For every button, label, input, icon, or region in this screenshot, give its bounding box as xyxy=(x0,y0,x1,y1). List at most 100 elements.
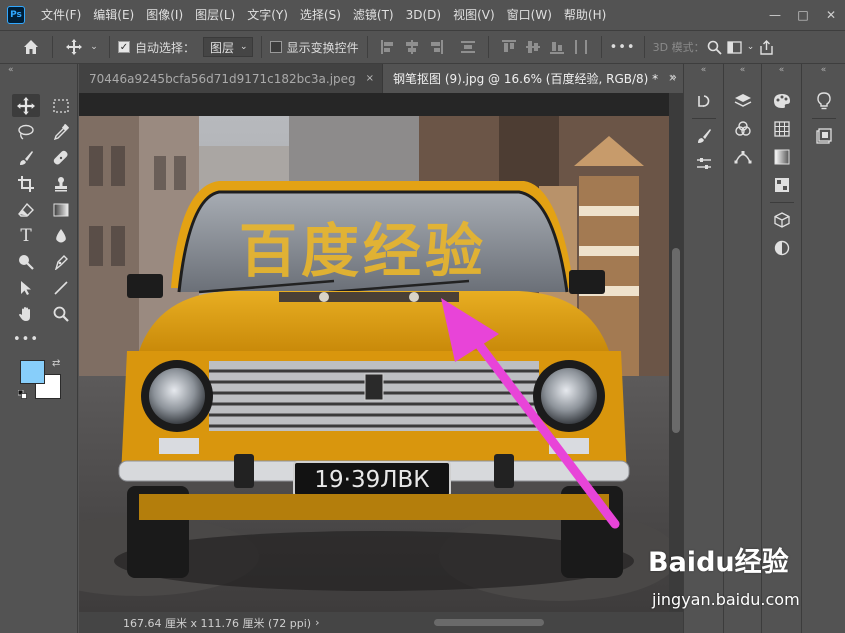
foreground-color-swatch[interactable] xyxy=(20,360,45,384)
close-tab-icon[interactable]: × xyxy=(366,73,374,84)
logo-text: 经验 xyxy=(734,547,789,578)
align-left-icon[interactable] xyxy=(378,37,398,57)
tab-overflow-button[interactable]: » xyxy=(670,70,677,84)
healing-brush-tool-icon[interactable] xyxy=(47,146,75,169)
align-bottom-icon[interactable] xyxy=(547,37,567,57)
auto-select-label: 自动选择： xyxy=(135,40,196,55)
marquee-tool-icon[interactable] xyxy=(47,94,75,117)
show-transform-checkbox[interactable] xyxy=(269,41,282,53)
distribute-vertical-icon[interactable] xyxy=(571,37,591,57)
collapse-panel-button[interactable]: « xyxy=(684,64,723,76)
move-tool-icon[interactable] xyxy=(61,34,87,60)
gradient-tool-icon[interactable] xyxy=(47,198,75,221)
hand-tool-icon[interactable] xyxy=(12,302,40,325)
eyedropper-tool-icon[interactable] xyxy=(47,120,75,143)
path-selection-tool-icon[interactable] xyxy=(12,276,40,299)
auto-select-value: 图层 xyxy=(210,40,235,55)
auto-select-checkbox[interactable]: ✓ xyxy=(118,41,130,53)
tool-presets-icon[interactable] xyxy=(691,151,717,177)
share-icon[interactable] xyxy=(757,34,777,60)
tab-document-2[interactable]: 钢笔抠图 (9).jpg @ 16.6% (百度经验, RGB/8) * × xyxy=(383,64,686,93)
type-tool-icon[interactable]: T xyxy=(12,224,40,247)
search-icon[interactable] xyxy=(705,34,725,60)
separator xyxy=(109,36,110,58)
blur-tool-icon[interactable] xyxy=(47,224,75,247)
3d-panel-icon[interactable] xyxy=(769,207,795,233)
menu-edit[interactable]: 编辑(E) xyxy=(87,0,140,30)
document-canvas[interactable]: 19·39ЛВК 百度经验 xyxy=(79,116,669,612)
collapse-toolbox-button[interactable]: « xyxy=(0,64,77,76)
crop-tool-icon[interactable] xyxy=(12,172,40,195)
home-icon[interactable] xyxy=(18,34,44,60)
auto-select-dropdown[interactable]: 图层 ⌄ xyxy=(203,37,253,57)
gradients-icon[interactable] xyxy=(769,144,795,170)
libraries-icon[interactable] xyxy=(811,123,837,149)
chevron-down-icon[interactable]: ⌄ xyxy=(87,34,101,60)
overlay-text[interactable]: 百度经验 xyxy=(239,217,487,285)
restore-button[interactable]: □ xyxy=(789,4,817,26)
move-tool-icon[interactable] xyxy=(12,94,40,117)
collapse-panel-button[interactable]: « xyxy=(724,64,761,76)
separator xyxy=(769,202,794,203)
zoom-tool-icon[interactable] xyxy=(47,302,75,325)
swap-colors-icon[interactable]: ⇄ xyxy=(52,358,60,369)
align-hcenter-icon[interactable] xyxy=(402,37,422,57)
menu-layer[interactable]: 图层(L) xyxy=(189,0,241,30)
collapse-panel-button[interactable]: « xyxy=(802,64,845,76)
pen-tool-icon[interactable] xyxy=(47,250,75,273)
line-tool-icon[interactable] xyxy=(47,276,75,299)
menu-view[interactable]: 视图(V) xyxy=(447,0,501,30)
vertical-scrollbar[interactable] xyxy=(669,93,683,612)
stamp-tool-icon[interactable] xyxy=(47,172,75,195)
status-menu-arrow[interactable]: › xyxy=(315,616,319,629)
lower-body xyxy=(139,494,609,520)
separator xyxy=(366,36,368,58)
document-size-info[interactable]: 167.64 厘米 x 111.76 厘米 (72 ppi) xyxy=(79,615,311,631)
align-right-icon[interactable] xyxy=(426,37,446,57)
tab-label: 钢笔抠图 (9).jpg @ 16.6% (百度经验, RGB/8) * xyxy=(393,72,659,86)
align-top-icon[interactable] xyxy=(499,37,519,57)
window xyxy=(111,226,125,266)
eraser-tool-icon[interactable] xyxy=(12,198,40,221)
separator xyxy=(691,118,716,119)
tab-document-1[interactable]: 70446a9245bcfa56d71d9171c182bc3a.jpeg × xyxy=(79,64,384,93)
horizontal-scroll-thumb[interactable] xyxy=(434,619,544,626)
color-panel-icon[interactable] xyxy=(769,88,795,114)
close-button[interactable]: ✕ xyxy=(817,4,845,26)
layers-icon[interactable] xyxy=(730,88,756,114)
scroll-thumb[interactable] xyxy=(672,248,680,433)
patterns-icon[interactable] xyxy=(769,172,795,198)
menu-help[interactable]: 帮助(H) xyxy=(558,0,612,30)
menu-type[interactable]: 文字(Y) xyxy=(241,0,294,30)
align-vcenter-icon[interactable] xyxy=(523,37,543,57)
history-icon[interactable] xyxy=(691,88,717,114)
swatches-icon[interactable] xyxy=(769,116,795,142)
lasso-tool-icon[interactable] xyxy=(12,120,40,143)
paths-icon[interactable] xyxy=(730,144,756,170)
menu-window[interactable]: 窗口(W) xyxy=(501,0,558,30)
menu-image[interactable]: 图像(I) xyxy=(140,0,189,30)
canvas-area[interactable]: 19·39ЛВК 百度经验 xyxy=(79,93,669,612)
adjustments-icon[interactable] xyxy=(769,235,795,261)
menu-file[interactable]: 文件(F) xyxy=(35,0,87,30)
brush-settings-icon[interactable] xyxy=(691,123,717,149)
chevron-down-icon[interactable]: ⌄ xyxy=(745,34,757,60)
edit-toolbar-icon[interactable]: ••• xyxy=(12,328,40,351)
minimize-button[interactable]: — xyxy=(761,4,789,26)
default-colors-icon[interactable] xyxy=(18,390,27,399)
menu-3d[interactable]: 3D(D) xyxy=(400,0,447,30)
learn-lightbulb-icon[interactable] xyxy=(811,88,837,114)
distribute-icon[interactable] xyxy=(458,37,478,57)
channels-icon[interactable] xyxy=(730,116,756,142)
headlight-left xyxy=(149,368,205,424)
indicator-left xyxy=(159,438,199,454)
menu-filter[interactable]: 滤镜(T) xyxy=(347,0,400,30)
dodge-tool-icon[interactable] xyxy=(12,250,40,273)
collapse-panel-button[interactable]: « xyxy=(762,64,801,76)
photoshop-logo[interactable]: Ps xyxy=(7,6,25,24)
brush-tool-icon[interactable] xyxy=(12,146,40,169)
menu-select[interactable]: 选择(S) xyxy=(294,0,347,30)
more-options-button[interactable]: ••• xyxy=(610,40,636,55)
menu-bar: Ps 文件(F) 编辑(E) 图像(I) 图层(L) 文字(Y) 选择(S) 滤… xyxy=(0,0,845,30)
workspace-icon[interactable] xyxy=(725,34,745,60)
